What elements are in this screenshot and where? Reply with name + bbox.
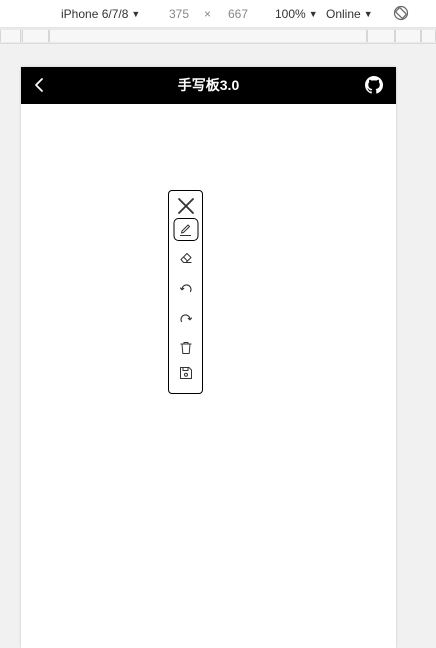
device-select[interactable]: iPhone 6/7/8 ▼: [61, 7, 140, 22]
page-title: 手写板3.0: [177, 77, 240, 93]
zoom-select[interactable]: 100% ▼: [275, 7, 318, 22]
chevron-down-icon: ▼: [363, 9, 373, 19]
undo-button[interactable]: [177, 279, 195, 297]
network-throttle-select[interactable]: Online ▼: [326, 7, 373, 22]
redo-button[interactable]: [177, 309, 195, 327]
device-name: iPhone 6/7/8: [61, 7, 129, 21]
network-value: Online: [326, 7, 361, 21]
pen-icon: [180, 224, 191, 236]
clear-button[interactable]: [177, 339, 195, 357]
width-input[interactable]: 375: [169, 7, 189, 21]
close-button[interactable]: [176, 196, 196, 216]
save-icon: [179, 367, 192, 379]
chevron-down-icon: ▼: [131, 9, 141, 19]
app-header: 手写板3.0: [21, 67, 396, 104]
ruler-segment[interactable]: [367, 30, 395, 42]
close-icon: [177, 198, 194, 214]
ruler-segment[interactable]: [49, 30, 367, 42]
trash-icon: [180, 342, 191, 354]
eraser-tool-button[interactable]: [177, 249, 195, 267]
redo-icon: [179, 314, 192, 323]
eraser-icon: [180, 253, 191, 263]
zoom-value: 100%: [275, 7, 306, 21]
tool-palette: [168, 190, 203, 394]
ruler-segment[interactable]: [395, 30, 421, 42]
rotate-device-icon[interactable]: [393, 5, 409, 21]
ruler-segment[interactable]: [421, 30, 436, 42]
height-input[interactable]: 667: [228, 7, 248, 21]
chevron-down-icon: ▼: [308, 9, 318, 19]
device-viewport: 手写板3.0: [21, 67, 396, 648]
ruler-segment[interactable]: [22, 30, 49, 42]
dimension-separator: ×: [204, 7, 212, 21]
undo-icon: [179, 284, 192, 293]
github-icon[interactable]: [365, 76, 383, 94]
save-button[interactable]: [177, 364, 195, 382]
pen-tool-button[interactable]: [173, 218, 198, 241]
devtools-device-toolbar: iPhone 6/7/8 ▼ 375 × 667 100% ▼ Online ▼: [0, 0, 436, 28]
ruler-segment[interactable]: [0, 30, 21, 42]
media-query-ruler[interactable]: [0, 28, 436, 44]
